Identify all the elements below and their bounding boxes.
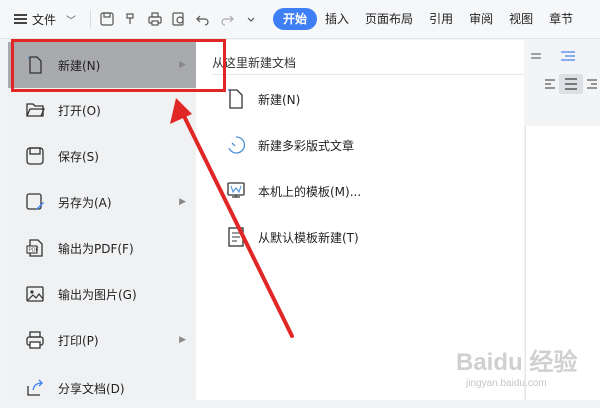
submenu-item-colorful-article[interactable]: 新建多彩版式文章 (226, 130, 354, 160)
submenu-item-label: 新建多彩版式文章 (258, 138, 355, 153)
save-icon[interactable] (98, 10, 116, 28)
tab-review[interactable]: 审阅 (461, 8, 501, 30)
menu-item-label: 输出为图片(G) (58, 287, 137, 302)
menu-item-label: 分享文档(D) (58, 381, 125, 396)
toolbar-divider (90, 10, 92, 28)
file-menu-button[interactable]: 文件 (10, 7, 60, 31)
watermark: Baidu 经验 jingyan.baidu.com (448, 342, 598, 398)
export-image-icon (24, 283, 46, 305)
submenu-item-label: 从默认模板新建(T) (258, 230, 359, 245)
save-icon (24, 145, 46, 167)
printer-icon (24, 329, 46, 351)
menu-item-print[interactable]: 打印(P) ▶ (8, 320, 196, 360)
submenu-item-new-blank[interactable]: 新建(N) (226, 84, 300, 114)
watermark-main: Baidu 经验 (456, 349, 578, 376)
align-left-icon (545, 79, 555, 89)
save-as-icon (24, 191, 46, 213)
menu-item-export-pdf[interactable]: PDF 输出为PDF(F) (8, 228, 196, 268)
submenu-item-label: 本机上的模板(M)... (258, 184, 362, 199)
tab-page-layout[interactable]: 页面布局 (357, 8, 421, 30)
file-menu-label: 文件 (32, 12, 57, 27)
menu-item-label: 另存为(A) (58, 195, 112, 210)
menu-item-export-image[interactable]: 输出为图片(G) (8, 274, 196, 314)
menu-item-label: 新建(N) (58, 58, 101, 73)
hamburger-icon (14, 14, 27, 24)
top-toolbar: 文件 ﹀ 开始 插入 页面布局 引用 审阅 视图 章节 (0, 0, 600, 39)
print-preview-icon[interactable] (170, 10, 188, 28)
menu-item-label: 保存(S) (58, 149, 99, 164)
indent-icon (561, 51, 575, 61)
menu-item-save-as[interactable]: 另存为(A) ▶ (8, 182, 196, 222)
menu-item-save[interactable]: 保存(S) (8, 136, 196, 176)
align-right-icon (587, 79, 597, 89)
tab-references[interactable]: 引用 (421, 8, 461, 30)
ribbon-tabs: 开始 插入 页面布局 引用 审阅 视图 章节 (273, 8, 581, 30)
print-icon[interactable] (146, 10, 164, 28)
menu-item-new[interactable]: 新建(N) ▶ (8, 42, 196, 88)
submenu-item-label: 新建(N) (258, 92, 301, 107)
menu-item-label: 打开(O) (58, 103, 101, 118)
submenu-divider (212, 74, 524, 75)
tab-home[interactable]: 开始 (273, 8, 318, 30)
new-document-icon (24, 54, 46, 76)
customize-toolbar-icon[interactable] (242, 10, 260, 28)
paragraph-tools (525, 44, 600, 104)
file-menu: 新建(N) ▶ 打开(O) 保存(S) 另存为(A) ▶ PDF 输出为PDF(… (8, 40, 197, 400)
export-pdf-icon: PDF (24, 237, 46, 259)
quick-access-bar (86, 10, 263, 28)
menu-item-label: 打印(P) (58, 333, 99, 348)
default-template-icon (226, 226, 246, 248)
tab-chapter[interactable]: 章节 (541, 8, 581, 30)
share-icon (24, 377, 46, 399)
submenu-arrow-icon: ▶ (179, 197, 186, 207)
blank-document-icon (226, 88, 246, 110)
tab-view[interactable]: 视图 (501, 8, 541, 30)
tab-insert[interactable]: 插入 (317, 8, 357, 30)
submenu-arrow-icon: ▶ (179, 335, 186, 345)
svg-text:PDF: PDF (29, 248, 39, 254)
format-painter-icon[interactable] (122, 10, 140, 28)
submenu-header: 从这里新建文档 (212, 56, 297, 70)
colorful-article-icon (226, 134, 246, 156)
local-template-icon (226, 180, 246, 202)
chevron-down-icon[interactable]: ﹀ (66, 12, 76, 27)
menu-item-open[interactable]: 打开(O) (8, 90, 196, 130)
list-icon (531, 53, 541, 59)
submenu-arrow-icon: ▶ (179, 60, 186, 70)
watermark-sub: jingyan.baidu.com (466, 378, 547, 389)
undo-icon[interactable] (194, 10, 212, 28)
menu-item-label: 输出为PDF(F) (58, 241, 134, 256)
folder-open-icon (24, 99, 46, 121)
menu-item-share[interactable]: 分享文档(D) (8, 368, 196, 408)
submenu-item-local-template[interactable]: 本机上的模板(M)... (226, 176, 361, 206)
redo-icon[interactable] (218, 10, 236, 28)
submenu-item-default-template[interactable]: 从默认模板新建(T) (226, 222, 359, 252)
